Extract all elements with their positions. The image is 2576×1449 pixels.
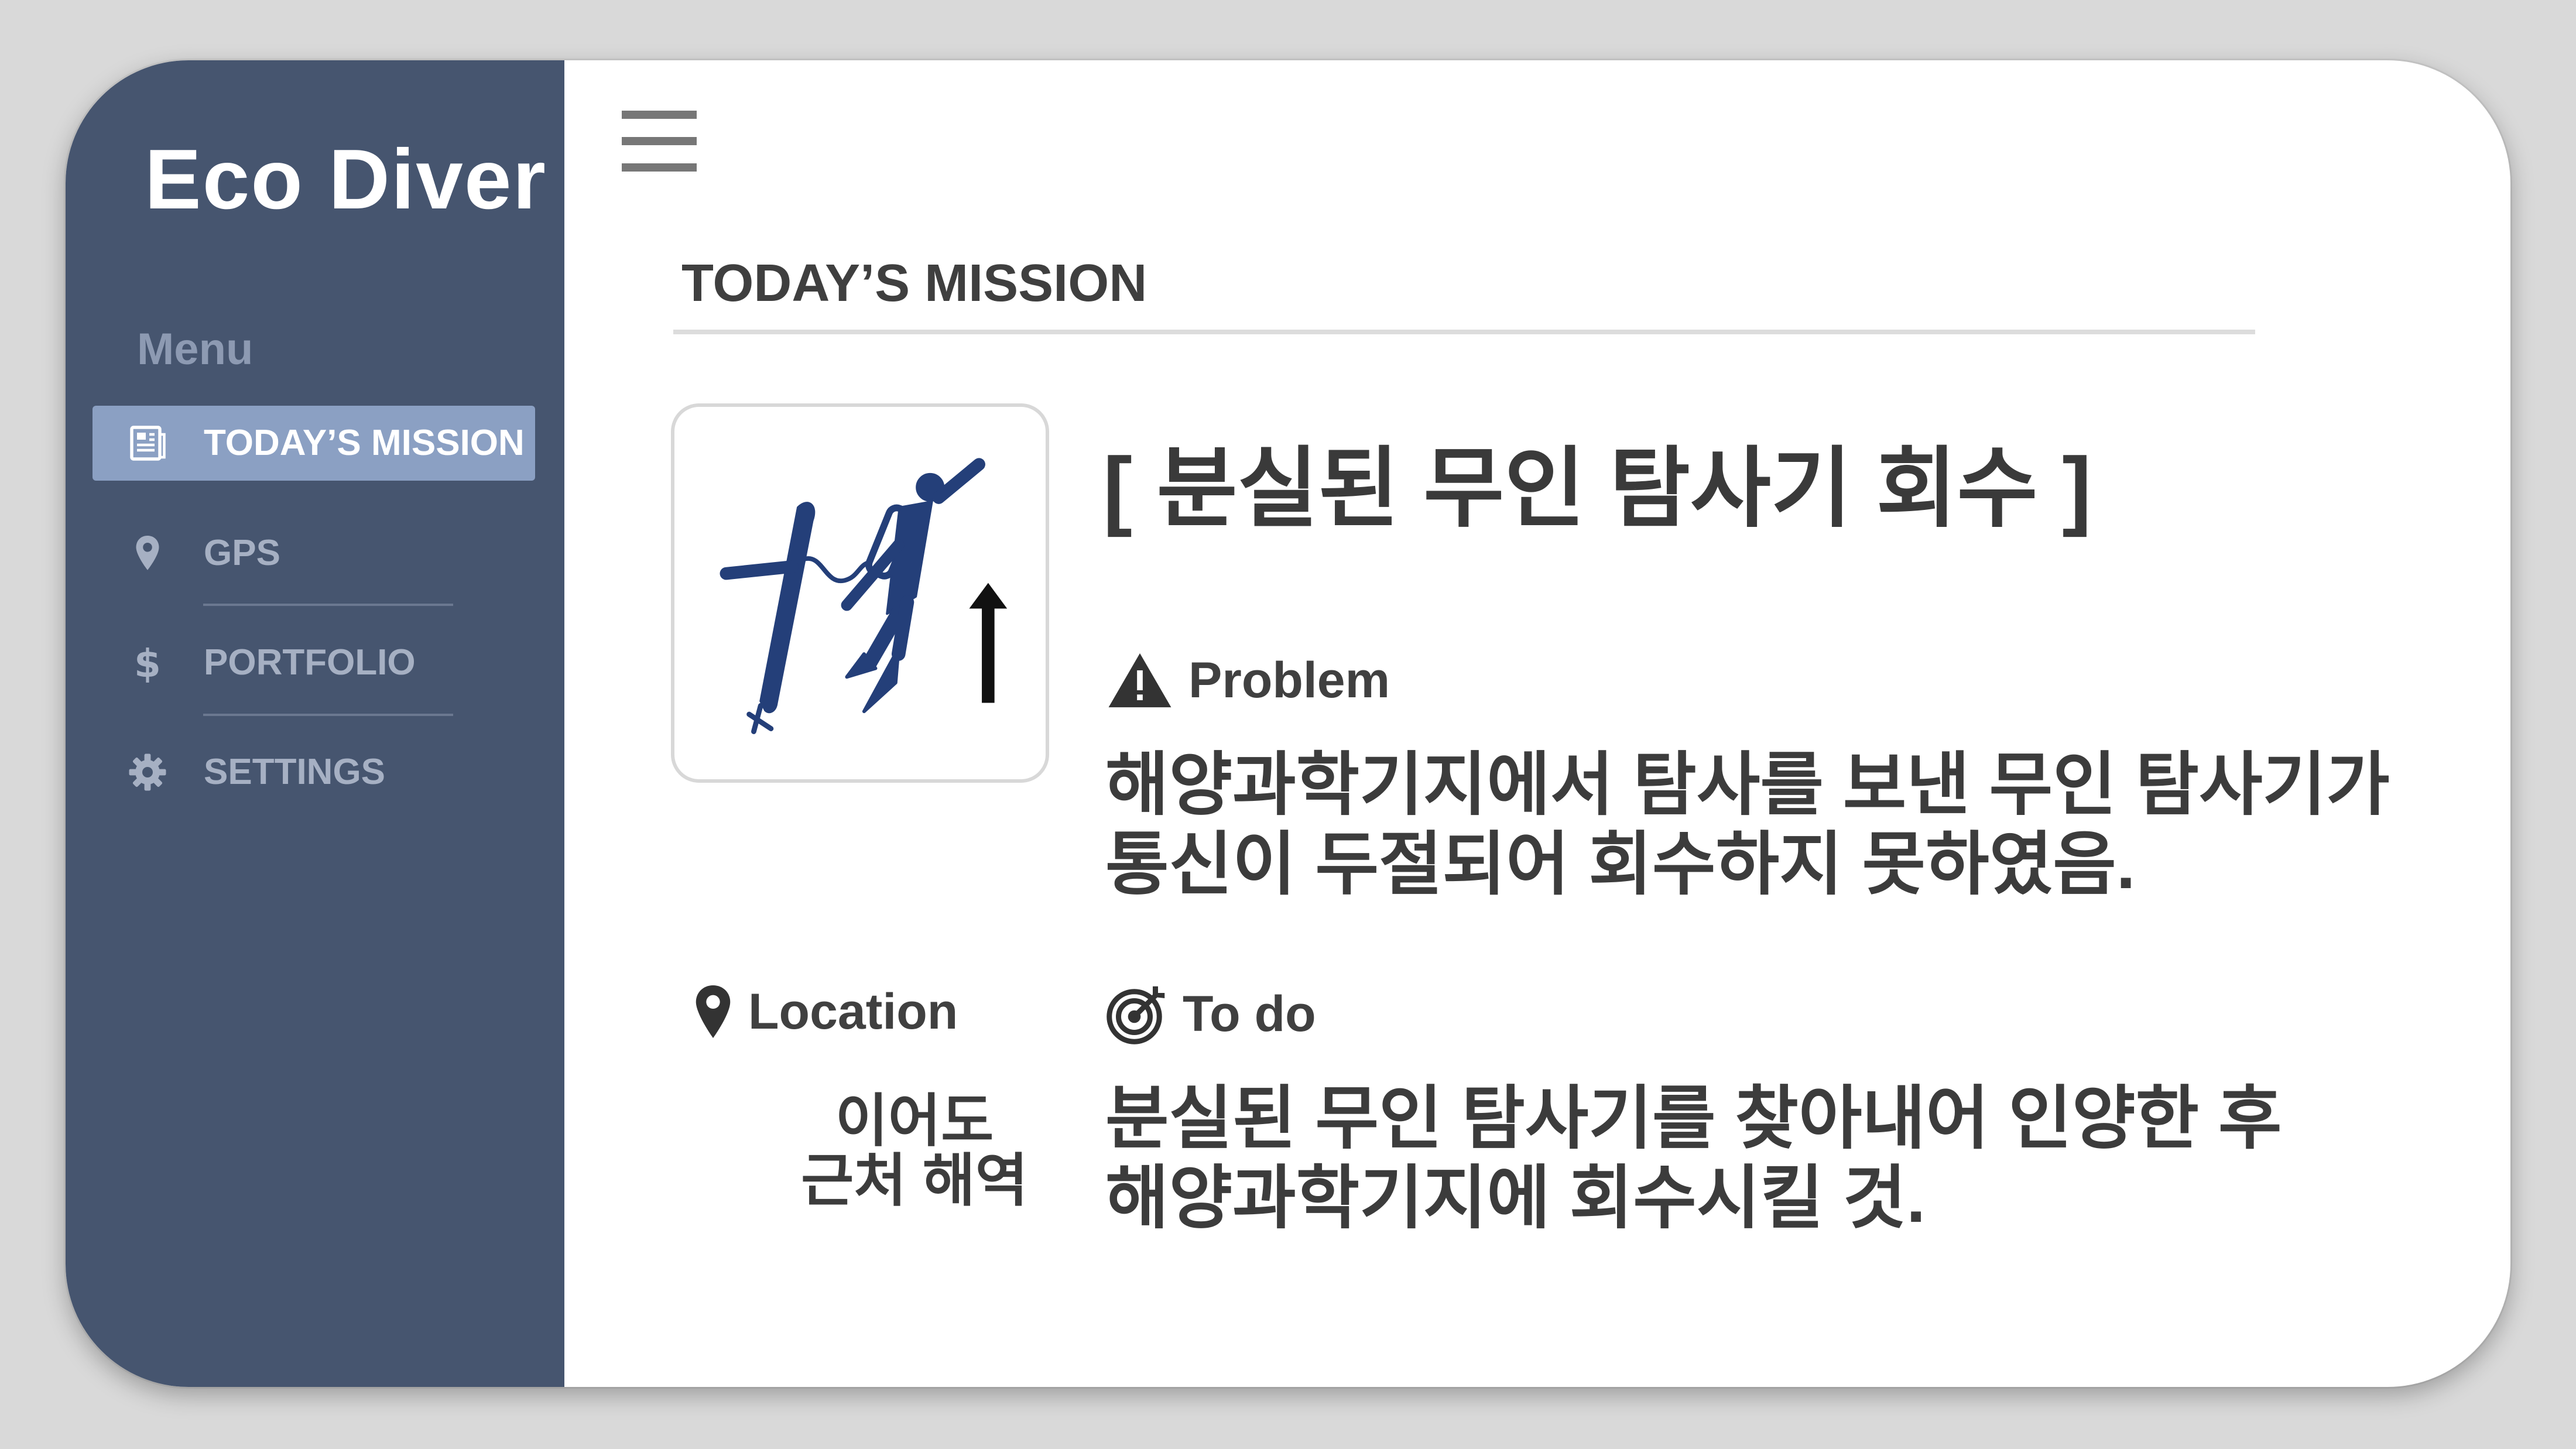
problem-heading: Problem xyxy=(1105,650,1390,710)
problem-heading-label: Problem xyxy=(1188,652,1390,708)
sidebar-item-label: SETTINGS xyxy=(204,752,386,792)
location-line: 근처 해역 xyxy=(801,1148,1028,1212)
dollar-icon: $ xyxy=(134,642,161,684)
mission-image-card xyxy=(671,403,1049,783)
sidebar-item-portfolio[interactable]: $ PORTFOLIO xyxy=(93,625,535,700)
sidebar-item-settings[interactable]: SETTINGS xyxy=(93,735,535,810)
app-logo[interactable]: Eco Diver xyxy=(145,131,547,228)
location-heading-label: Location xyxy=(748,983,958,1040)
gear-icon xyxy=(129,753,166,791)
sidebar-item-gps[interactable]: GPS xyxy=(93,516,535,591)
todo-line: 해양과학기지에 회수시킬 것. xyxy=(1105,1160,1926,1237)
map-pin-icon xyxy=(136,536,159,570)
todo-heading: To do xyxy=(1105,982,1316,1046)
mission-title: [ 분실된 무인 탐사기 회수 ] xyxy=(1103,439,2092,537)
location-line: 이어도 xyxy=(835,1088,994,1153)
sidebar-item-todays-mission[interactable]: TODAY’S MISSION xyxy=(93,406,535,481)
nav-divider xyxy=(203,714,453,716)
app-window: Eco Diver Menu TODAY’S MISSION GPS $ POR… xyxy=(66,60,2510,1387)
hamburger-menu-icon[interactable] xyxy=(622,111,697,172)
sidebar-item-label: GPS xyxy=(204,533,280,573)
location-heading: Location xyxy=(692,982,958,1041)
problem-line: 통신이 두절되어 회수하지 못하였음. xyxy=(1105,826,2136,903)
sidebar: Eco Diver Menu TODAY’S MISSION GPS $ POR… xyxy=(66,60,564,1387)
page-title: TODAY’S MISSION xyxy=(681,254,1147,313)
location-value: 이어도 근처 해역 xyxy=(739,1091,1090,1210)
problem-description: 해양과학기지에서 탐사를 보낸 무인 탐사기가 통신이 두절되어 회수하지 못하… xyxy=(1105,745,2390,905)
newspaper-icon xyxy=(130,426,166,461)
todo-line: 분실된 무인 탐사기를 찾아내어 인양한 후 xyxy=(1105,1080,2282,1157)
problem-line: 해양과학기지에서 탐사를 보낸 무인 탐사기가 xyxy=(1105,746,2390,824)
svg-text:$: $ xyxy=(134,642,161,684)
title-divider xyxy=(673,330,2255,334)
location-pin-icon xyxy=(696,985,731,1038)
todo-description: 분실된 무인 탐사기를 찾아내어 인양한 후 해양과학기지에 회수시킬 것. xyxy=(1105,1079,2282,1238)
target-icon xyxy=(1107,986,1165,1044)
menu-label: Menu xyxy=(137,324,254,374)
diver-lifting-probe-icon xyxy=(720,458,1008,734)
todo-heading-label: To do xyxy=(1183,985,1316,1042)
warning-icon xyxy=(1108,653,1171,708)
nav-divider xyxy=(203,604,453,606)
sidebar-item-label: TODAY’S MISSION xyxy=(204,423,525,463)
sidebar-item-label: PORTFOLIO xyxy=(204,642,416,683)
